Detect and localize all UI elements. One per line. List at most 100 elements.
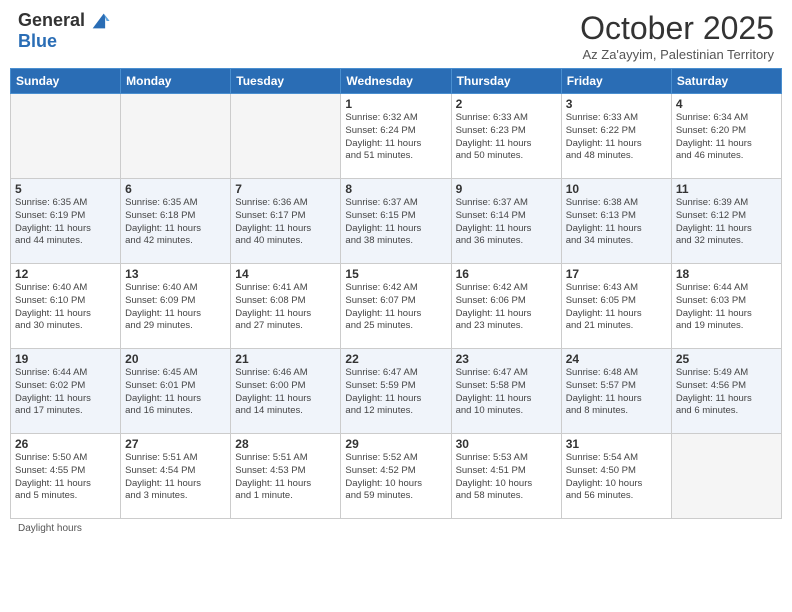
day-info: Sunrise: 6:37 AMSunset: 6:14 PMDaylight:… [456,197,557,248]
calendar-wrapper: Sunday Monday Tuesday Wednesday Thursday… [0,68,792,519]
table-row: 4Sunrise: 6:34 AMSunset: 6:20 PMDaylight… [671,94,781,179]
day-info: Sunrise: 6:42 AMSunset: 6:06 PMDaylight:… [456,282,557,333]
day-info: Sunrise: 5:54 AMSunset: 4:50 PMDaylight:… [566,452,667,503]
day-info: Sunrise: 6:40 AMSunset: 6:10 PMDaylight:… [15,282,116,333]
logo-icon [89,10,111,32]
table-row: 14Sunrise: 6:41 AMSunset: 6:08 PMDayligh… [231,264,341,349]
logo: General Blue [18,10,111,52]
table-row: 30Sunrise: 5:53 AMSunset: 4:51 PMDayligh… [451,434,561,519]
day-number: 7 [235,182,336,196]
table-row: 5Sunrise: 6:35 AMSunset: 6:19 PMDaylight… [11,179,121,264]
header-wednesday: Wednesday [341,69,451,94]
table-row: 2Sunrise: 6:33 AMSunset: 6:23 PMDaylight… [451,94,561,179]
day-info: Sunrise: 6:32 AMSunset: 6:24 PMDaylight:… [345,112,446,163]
table-row: 24Sunrise: 6:48 AMSunset: 5:57 PMDayligh… [561,349,671,434]
day-info: Sunrise: 6:34 AMSunset: 6:20 PMDaylight:… [676,112,777,163]
day-info: Sunrise: 6:45 AMSunset: 6:01 PMDaylight:… [125,367,226,418]
table-row: 15Sunrise: 6:42 AMSunset: 6:07 PMDayligh… [341,264,451,349]
day-number: 22 [345,352,446,366]
footer: Daylight hours [0,519,792,538]
day-number: 30 [456,437,557,451]
day-number: 5 [15,182,116,196]
day-number: 6 [125,182,226,196]
table-row: 22Sunrise: 6:47 AMSunset: 5:59 PMDayligh… [341,349,451,434]
table-row: 25Sunrise: 5:49 AMSunset: 4:56 PMDayligh… [671,349,781,434]
table-row: 23Sunrise: 6:47 AMSunset: 5:58 PMDayligh… [451,349,561,434]
subtitle: Az Za'ayyim, Palestinian Territory [580,47,774,62]
logo-blue: Blue [18,32,111,52]
day-info: Sunrise: 6:37 AMSunset: 6:15 PMDaylight:… [345,197,446,248]
table-row: 27Sunrise: 5:51 AMSunset: 4:54 PMDayligh… [121,434,231,519]
day-info: Sunrise: 6:48 AMSunset: 5:57 PMDaylight:… [566,367,667,418]
day-info: Sunrise: 6:42 AMSunset: 6:07 PMDaylight:… [345,282,446,333]
month-title: October 2025 [580,10,774,47]
table-row: 13Sunrise: 6:40 AMSunset: 6:09 PMDayligh… [121,264,231,349]
table-row: 16Sunrise: 6:42 AMSunset: 6:06 PMDayligh… [451,264,561,349]
calendar-week-row: 26Sunrise: 5:50 AMSunset: 4:55 PMDayligh… [11,434,782,519]
table-row: 20Sunrise: 6:45 AMSunset: 6:01 PMDayligh… [121,349,231,434]
logo-general: General [18,11,85,31]
day-number: 23 [456,352,557,366]
day-number: 8 [345,182,446,196]
header-thursday: Thursday [451,69,561,94]
day-info: Sunrise: 6:46 AMSunset: 6:00 PMDaylight:… [235,367,336,418]
day-info: Sunrise: 6:33 AMSunset: 6:22 PMDaylight:… [566,112,667,163]
day-number: 3 [566,97,667,111]
day-number: 16 [456,267,557,281]
day-info: Sunrise: 5:52 AMSunset: 4:52 PMDaylight:… [345,452,446,503]
day-info: Sunrise: 6:35 AMSunset: 6:19 PMDaylight:… [15,197,116,248]
day-info: Sunrise: 6:41 AMSunset: 6:08 PMDaylight:… [235,282,336,333]
header-monday: Monday [121,69,231,94]
day-number: 28 [235,437,336,451]
table-row: 28Sunrise: 5:51 AMSunset: 4:53 PMDayligh… [231,434,341,519]
table-row: 8Sunrise: 6:37 AMSunset: 6:15 PMDaylight… [341,179,451,264]
table-row: 18Sunrise: 6:44 AMSunset: 6:03 PMDayligh… [671,264,781,349]
calendar-week-row: 12Sunrise: 6:40 AMSunset: 6:10 PMDayligh… [11,264,782,349]
table-row: 11Sunrise: 6:39 AMSunset: 6:12 PMDayligh… [671,179,781,264]
day-info: Sunrise: 5:50 AMSunset: 4:55 PMDaylight:… [15,452,116,503]
calendar-week-row: 5Sunrise: 6:35 AMSunset: 6:19 PMDaylight… [11,179,782,264]
day-info: Sunrise: 6:33 AMSunset: 6:23 PMDaylight:… [456,112,557,163]
calendar-week-row: 1Sunrise: 6:32 AMSunset: 6:24 PMDaylight… [11,94,782,179]
title-area: October 2025 Az Za'ayyim, Palestinian Te… [580,10,774,62]
day-number: 26 [15,437,116,451]
table-row [231,94,341,179]
table-row: 21Sunrise: 6:46 AMSunset: 6:00 PMDayligh… [231,349,341,434]
day-number: 11 [676,182,777,196]
day-info: Sunrise: 6:36 AMSunset: 6:17 PMDaylight:… [235,197,336,248]
day-info: Sunrise: 5:51 AMSunset: 4:54 PMDaylight:… [125,452,226,503]
header-friday: Friday [561,69,671,94]
day-number: 14 [235,267,336,281]
table-row: 3Sunrise: 6:33 AMSunset: 6:22 PMDaylight… [561,94,671,179]
table-row: 12Sunrise: 6:40 AMSunset: 6:10 PMDayligh… [11,264,121,349]
header-tuesday: Tuesday [231,69,341,94]
table-row: 19Sunrise: 6:44 AMSunset: 6:02 PMDayligh… [11,349,121,434]
table-row: 10Sunrise: 6:38 AMSunset: 6:13 PMDayligh… [561,179,671,264]
day-info: Sunrise: 6:35 AMSunset: 6:18 PMDaylight:… [125,197,226,248]
day-number: 15 [345,267,446,281]
day-info: Sunrise: 5:51 AMSunset: 4:53 PMDaylight:… [235,452,336,503]
day-info: Sunrise: 6:44 AMSunset: 6:03 PMDaylight:… [676,282,777,333]
day-number: 18 [676,267,777,281]
day-info: Sunrise: 6:43 AMSunset: 6:05 PMDaylight:… [566,282,667,333]
table-row: 7Sunrise: 6:36 AMSunset: 6:17 PMDaylight… [231,179,341,264]
day-info: Sunrise: 6:39 AMSunset: 6:12 PMDaylight:… [676,197,777,248]
table-row [671,434,781,519]
day-number: 9 [456,182,557,196]
day-number: 31 [566,437,667,451]
calendar-week-row: 19Sunrise: 6:44 AMSunset: 6:02 PMDayligh… [11,349,782,434]
day-number: 17 [566,267,667,281]
table-row: 6Sunrise: 6:35 AMSunset: 6:18 PMDaylight… [121,179,231,264]
day-number: 25 [676,352,777,366]
day-info: Sunrise: 5:49 AMSunset: 4:56 PMDaylight:… [676,367,777,418]
day-number: 2 [456,97,557,111]
day-info: Sunrise: 6:47 AMSunset: 5:59 PMDaylight:… [345,367,446,418]
table-row [121,94,231,179]
header-sunday: Sunday [11,69,121,94]
table-row: 9Sunrise: 6:37 AMSunset: 6:14 PMDaylight… [451,179,561,264]
day-number: 1 [345,97,446,111]
day-number: 12 [15,267,116,281]
table-row: 31Sunrise: 5:54 AMSunset: 4:50 PMDayligh… [561,434,671,519]
day-info: Sunrise: 6:40 AMSunset: 6:09 PMDaylight:… [125,282,226,333]
day-number: 10 [566,182,667,196]
